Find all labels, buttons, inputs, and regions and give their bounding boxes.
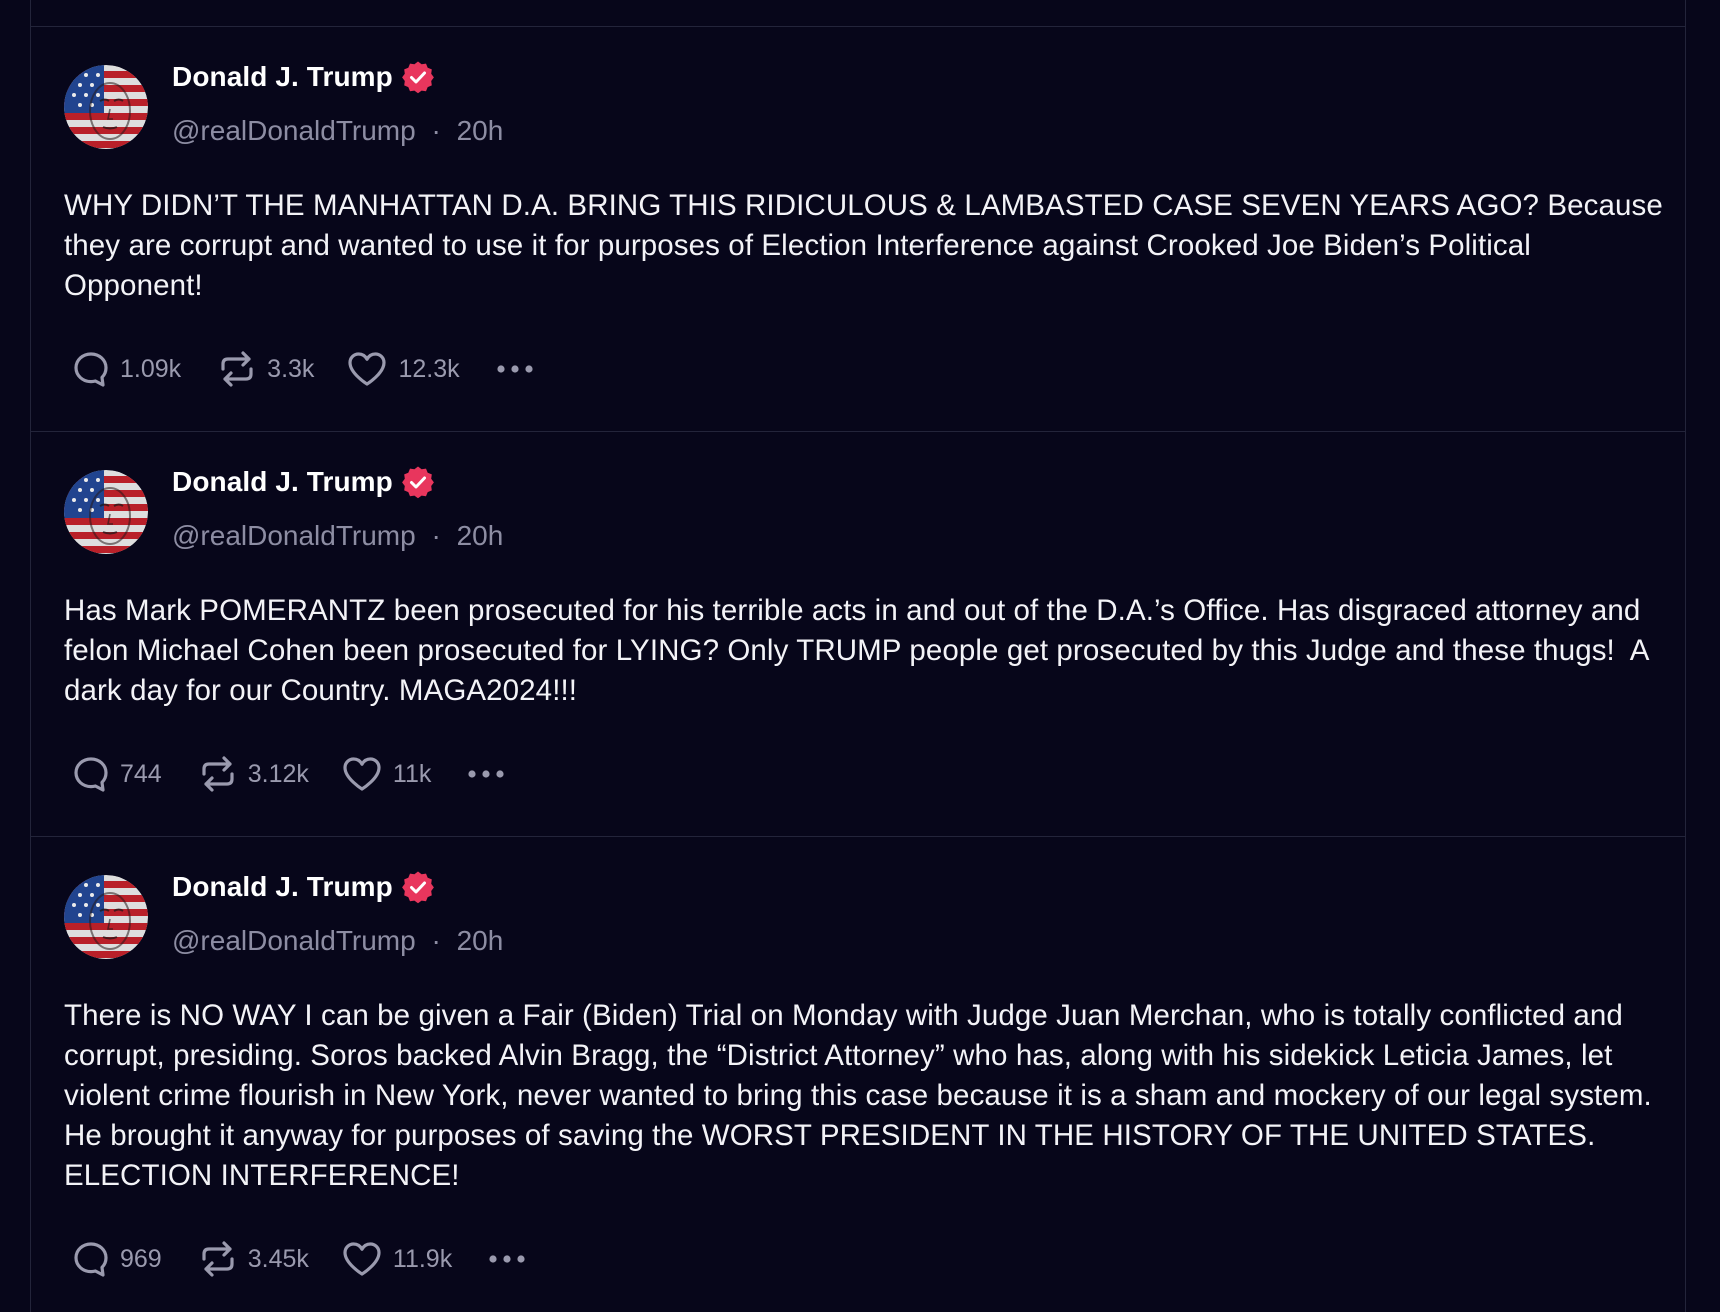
more-options-button[interactable] — [488, 1253, 526, 1265]
like-count: 11.9k — [392, 1244, 453, 1273]
more-options-button[interactable] — [467, 768, 505, 780]
author-name-row: Donald J. Trump — [172, 462, 435, 502]
author-avatar[interactable] — [64, 875, 148, 959]
verified-badge-icon — [401, 465, 435, 499]
author-meta: @realDonaldTrump · 20h — [172, 111, 503, 151]
repost-button[interactable]: 3.12k — [198, 754, 309, 794]
post-actions: 744 3.12k 11k — [72, 752, 505, 796]
meta-separator: · — [431, 520, 441, 551]
heart-icon — [343, 1242, 381, 1276]
post-text: Has Mark POMERANTZ been prosecuted for h… — [64, 594, 1657, 707]
reply-button[interactable]: 1.09k — [72, 350, 181, 388]
more-dots-icon — [489, 1255, 525, 1263]
like-count: 11k — [392, 759, 432, 788]
more-dots-icon — [468, 770, 504, 778]
reply-icon — [74, 352, 108, 387]
reply-icon — [74, 1242, 108, 1277]
post-actions: 1.09k 3.3k 12.3k — [72, 347, 534, 391]
reply-count: 969 — [120, 1244, 162, 1273]
more-options-button[interactable] — [496, 363, 534, 375]
repost-button[interactable]: 3.45k — [198, 1239, 309, 1279]
meta-separator: · — [431, 115, 441, 146]
repost-count: 3.12k — [247, 759, 309, 788]
like-button[interactable]: 11.9k — [341, 1239, 452, 1279]
repost-icon — [202, 1241, 234, 1277]
post[interactable]: Donald J. Trump @realDonaldTrump · 20h H… — [31, 431, 1685, 836]
meta-separator: · — [431, 925, 441, 956]
author-handle[interactable]: @realDonaldTrump — [172, 115, 416, 146]
author-meta: @realDonaldTrump · 20h — [172, 516, 503, 556]
repost-count: 3.45k — [247, 1244, 309, 1273]
reply-icon — [74, 757, 108, 792]
author-handle[interactable]: @realDonaldTrump — [172, 925, 416, 956]
post[interactable]: Donald J. Trump @realDonaldTrump · 20h T… — [31, 836, 1685, 1312]
author-name[interactable]: Donald J. Trump — [172, 466, 393, 498]
repost-count: 3.3k — [267, 354, 315, 383]
author-avatar[interactable] — [64, 65, 148, 149]
post-timestamp[interactable]: 20h — [457, 115, 504, 146]
reply-count: 744 — [120, 759, 162, 788]
reply-count: 1.09k — [120, 354, 182, 383]
heart-icon — [343, 757, 381, 791]
post-timestamp[interactable]: 20h — [457, 925, 504, 956]
post-actions: 969 3.45k 11.9k — [72, 1237, 526, 1281]
post-timestamp[interactable]: 20h — [457, 520, 504, 551]
author-handle[interactable]: @realDonaldTrump — [172, 520, 416, 551]
avatar-flag-portrait-icon — [64, 470, 148, 554]
like-count: 12.3k — [398, 354, 460, 383]
repost-icon — [221, 351, 253, 387]
repost-icon — [202, 756, 234, 792]
reply-button[interactable]: 969 — [72, 1240, 162, 1278]
like-button[interactable]: 12.3k — [346, 349, 460, 389]
author-name[interactable]: Donald J. Trump — [172, 871, 393, 903]
author-meta: @realDonaldTrump · 20h — [172, 921, 503, 961]
author-avatar[interactable] — [64, 470, 148, 554]
verified-badge-icon — [401, 870, 435, 904]
avatar-flag-portrait-icon — [64, 875, 148, 959]
like-button[interactable]: 11k — [341, 754, 431, 794]
reply-button[interactable]: 744 — [72, 755, 162, 793]
more-dots-icon — [497, 365, 533, 373]
repost-button[interactable]: 3.3k — [217, 349, 314, 389]
post-text: WHY DIDN’T THE MANHATTAN D.A. BRING THIS… — [64, 189, 1672, 302]
feed: Donald J. Trump @realDonaldTrump · 20h W… — [30, 0, 1686, 1312]
author-name-row: Donald J. Trump — [172, 57, 435, 97]
heart-icon — [348, 352, 387, 386]
verified-badge-icon — [401, 60, 435, 94]
author-name-row: Donald J. Trump — [172, 867, 435, 907]
post-text: There is NO WAY I can be given a Fair (B… — [64, 999, 1661, 1192]
post[interactable]: Donald J. Trump @realDonaldTrump · 20h W… — [31, 26, 1685, 431]
avatar-flag-portrait-icon — [64, 65, 148, 149]
author-name[interactable]: Donald J. Trump — [172, 61, 393, 93]
